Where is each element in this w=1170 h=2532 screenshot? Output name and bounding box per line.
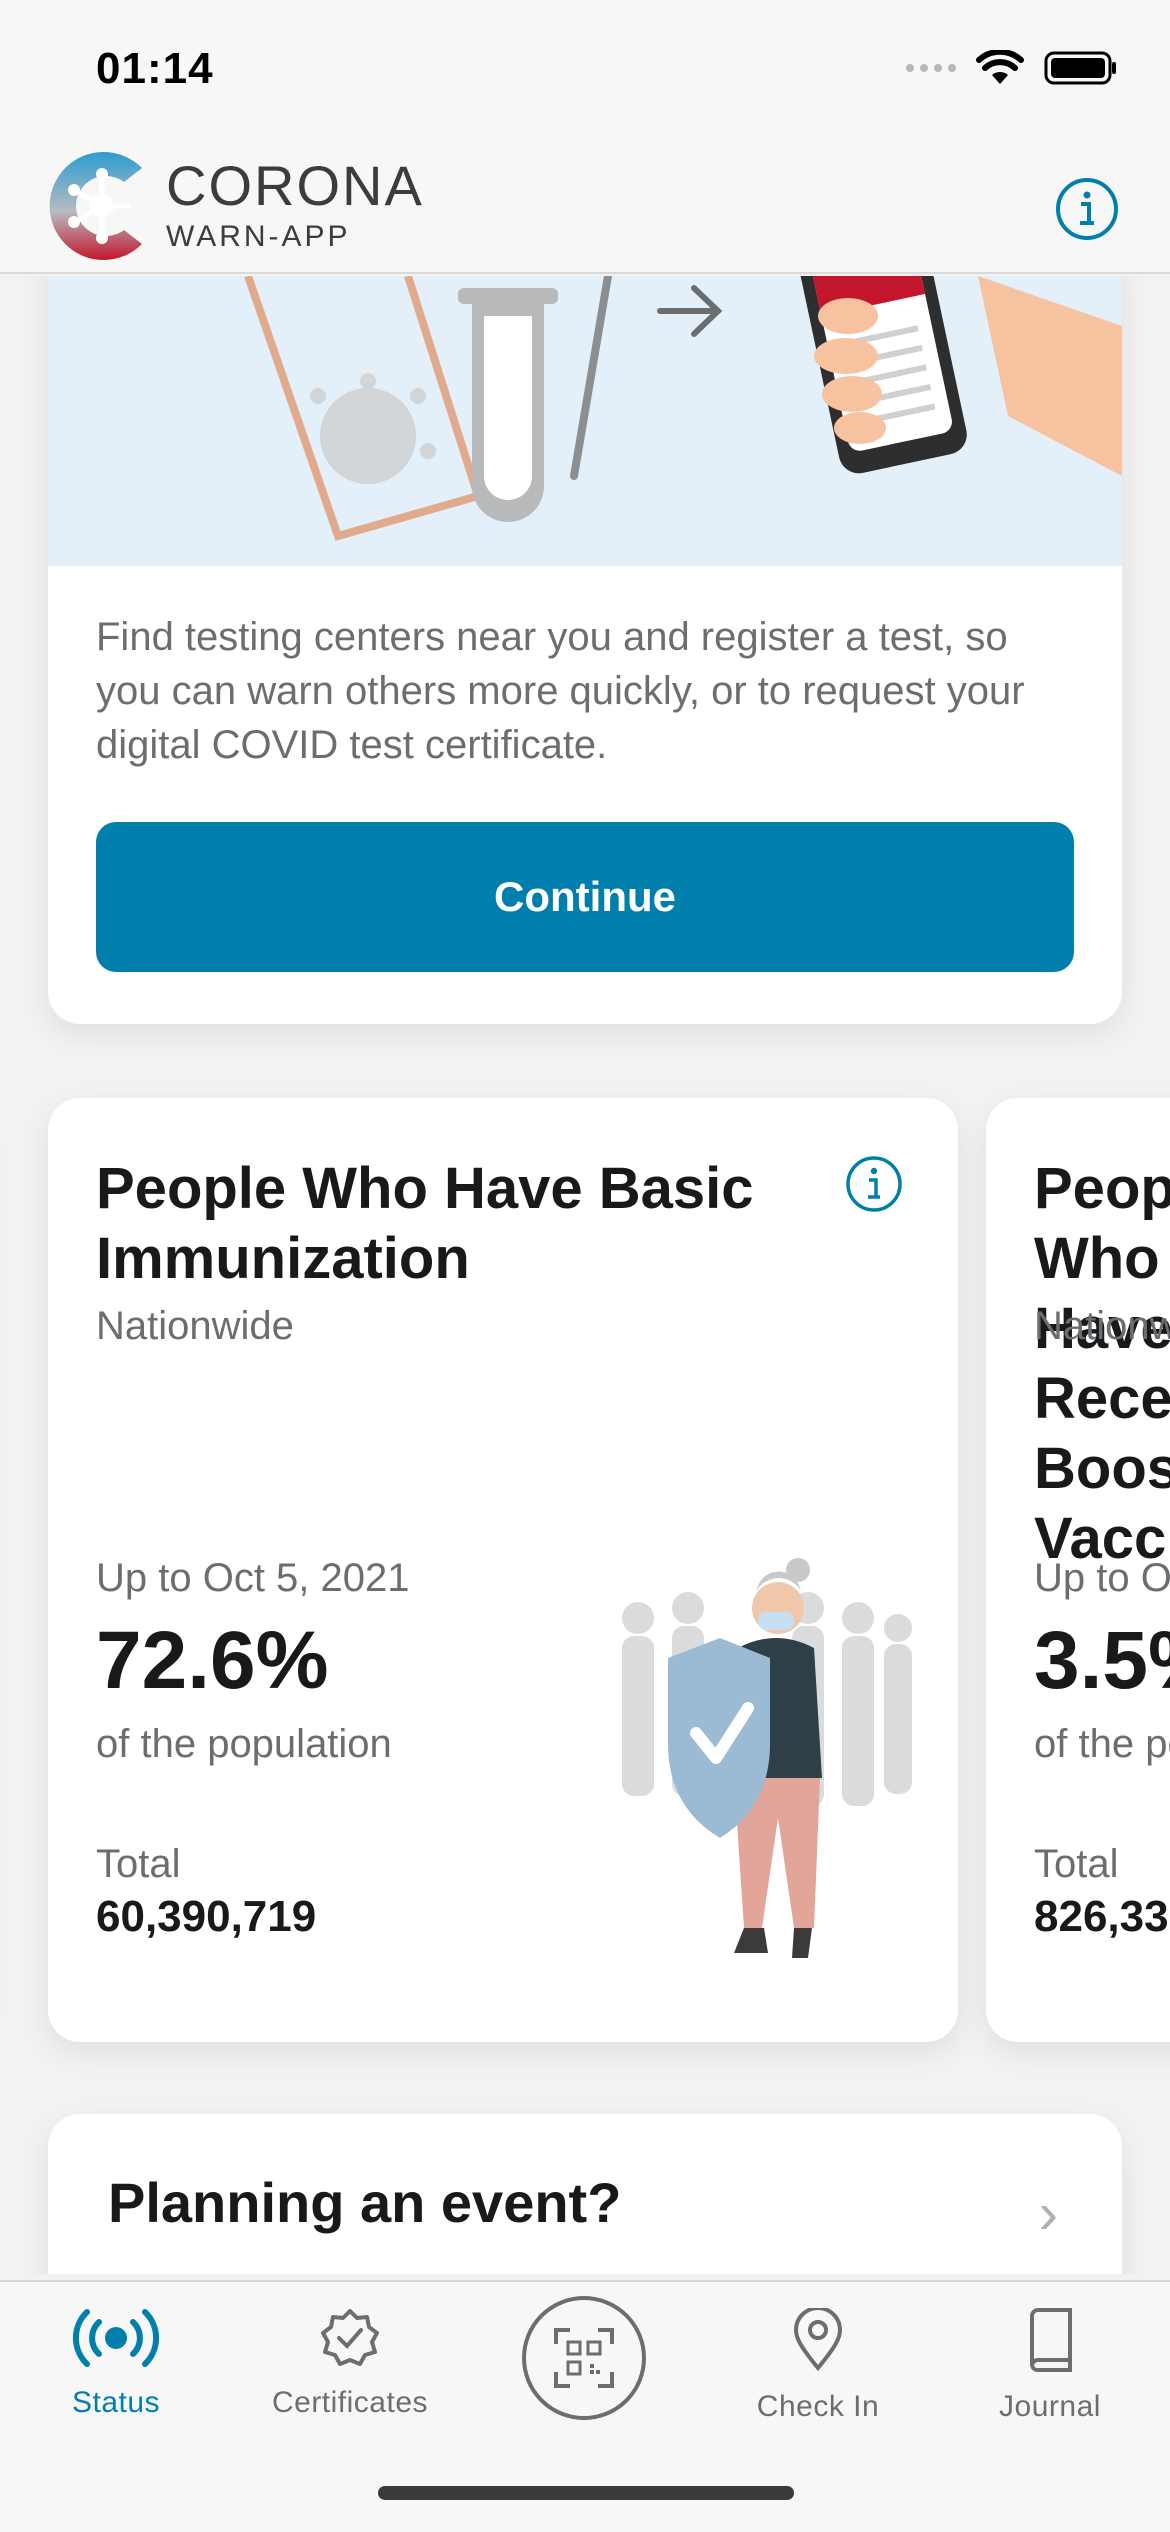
tab-certificates[interactable]: Certificates [250, 2308, 450, 2420]
wifi-icon [976, 50, 1024, 84]
statistics-card-basic-immunization[interactable]: People Who Have Basic Immunization Natio… [48, 1098, 958, 2042]
statistics-card-title: People Who Have Basic Immunization [96, 1156, 754, 1291]
info-icon[interactable] [844, 1154, 904, 1214]
statistics-card-value-label: of the population [1034, 1722, 1170, 1766]
tab-check-in[interactable]: Check In [718, 2308, 918, 2424]
battery-icon [1044, 51, 1116, 85]
continue-button[interactable]: Continue [96, 822, 1074, 972]
tab-journal[interactable]: Journal [950, 2308, 1150, 2424]
status-time: 01:14 [96, 44, 214, 93]
corona-warn-app-logo [49, 152, 142, 260]
home-indicator[interactable] [378, 2486, 794, 2500]
tab-journal-label: Journal [999, 2390, 1101, 2423]
test-card-description: Find testing centers near you and regist… [96, 615, 1025, 767]
statistics-card-total-label: Total [1034, 1842, 1119, 1886]
qr-scan-icon [554, 2328, 614, 2388]
cellular-signal-icon [906, 64, 956, 72]
status-bar: 01:14 [0, 0, 1170, 140]
app-header: CORONA WARN-APP [0, 140, 1170, 274]
badge-check-icon [321, 2309, 379, 2366]
event-planning-title: Planning an event? [108, 2171, 622, 2234]
tab-status-label: Status [71, 2386, 161, 2419]
status-icons [906, 50, 1118, 86]
statistics-card-date: Up to Oct 5, 2021 [96, 1556, 410, 1600]
chevron-right-icon: › [1038, 2181, 1058, 2246]
test-illustration [48, 276, 1122, 566]
brand-subtitle: WARN-APP [166, 220, 351, 253]
statistics-card-region: Nationwide [96, 1304, 294, 1348]
statistics-card-total-label: Total [96, 1842, 181, 1886]
statistics-card-title: People Who Have Received Booster Vaccina… [1034, 1156, 1170, 1571]
statistics-card-region: Nationwide [1034, 1304, 1170, 1348]
statistics-card-value-label: of the population [96, 1722, 392, 1766]
broadcast-icon [72, 2309, 160, 2367]
location-pin-icon [793, 2308, 843, 2372]
immunization-illustration [622, 1558, 912, 1958]
brand-wordmark: CORONA WARN-APP [166, 158, 424, 254]
statistics-card-booster-vaccination[interactable]: People Who Have Received Booster Vaccina… [986, 1098, 1170, 2042]
statistics-card-value: 3.5% [1034, 1615, 1170, 1706]
brand-title: CORONA [166, 154, 424, 217]
statistics-card-date: Up to Oct 5, 2021 [1034, 1556, 1170, 1600]
test-registration-card: Find testing centers near you and regist… [48, 276, 1122, 1024]
statistics-card-total: 826,33 [1034, 1892, 1169, 1941]
event-planning-card[interactable]: Planning an event? › [48, 2114, 1122, 2274]
book-icon [1030, 2308, 1072, 2372]
tab-status[interactable]: Status [16, 2308, 216, 2420]
statistics-card-value: 72.6% [96, 1615, 329, 1706]
qr-scan-button[interactable] [522, 2296, 646, 2420]
home-scroll-content[interactable]: Find testing centers near you and regist… [0, 276, 1170, 2274]
tab-certificates-label: Certificates [271, 2386, 429, 2419]
tab-check-in-label: Check In [756, 2390, 880, 2423]
info-icon[interactable] [1054, 176, 1120, 242]
statistics-card-total: 60,390,719 [96, 1892, 317, 1941]
